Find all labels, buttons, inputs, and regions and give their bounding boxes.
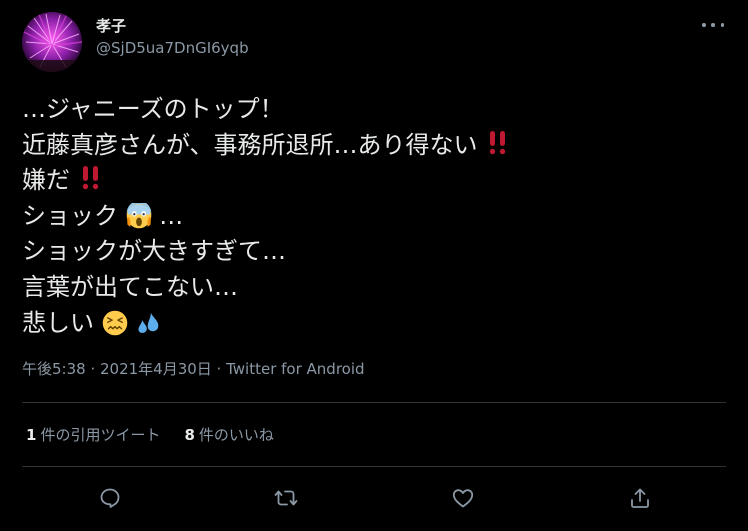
- tweet-text: …ジャニーズのトップ！ 近藤真彦さんが、事務所退所…あり得ない 嫌だ ショック: [22, 92, 722, 341]
- double-exclamation-icon: [489, 130, 506, 154]
- quote-tweets-stat[interactable]: 1 件の引用ツイート: [26, 424, 160, 446]
- avatar[interactable]: [22, 12, 82, 72]
- tweet-line-5: ショックが大きすぎて…: [22, 234, 722, 270]
- tweet-line-4: ショック …: [22, 199, 722, 235]
- confounded-face-icon: [102, 310, 127, 335]
- like-button[interactable]: [445, 480, 481, 516]
- share-button[interactable]: [622, 480, 658, 516]
- tweet-line-suffix: …: [159, 201, 184, 230]
- double-exclamation-icon: [82, 166, 98, 190]
- tweet-line-7: 悲しい: [22, 306, 722, 342]
- tweet-line-text: ショック: [22, 201, 118, 230]
- tweet-line-text: …ジャニーズのトップ！: [22, 95, 284, 123]
- avatar-image: [22, 12, 82, 72]
- more-options-icon[interactable]: [702, 16, 724, 34]
- tweet-line-3: 嫌だ: [22, 163, 722, 199]
- user-names: 孝子 @SjD5ua7DnGI6yqb: [96, 16, 249, 58]
- tweet-card: 孝子 @SjD5ua7DnGI6yqb …ジャニーズのトップ！ 近藤真彦さんが、…: [0, 0, 748, 531]
- tweet-line-6: 言葉が出てこない…: [22, 270, 722, 306]
- divider: [22, 466, 726, 467]
- tweet-line-text: ショックが大きすぎて…: [22, 237, 286, 266]
- quote-tweets-label: 件の引用ツイート: [40, 426, 161, 444]
- tweet-meta[interactable]: 午後5:38 · 2021年4月30日 · Twitter for Androi…: [22, 358, 365, 380]
- user-handle[interactable]: @SjD5ua7DnGI6yqb: [96, 38, 249, 58]
- display-name[interactable]: 孝子: [96, 16, 249, 36]
- reply-icon: [100, 488, 120, 508]
- likes-stat[interactable]: 8 件のいいね: [184, 424, 273, 446]
- share-icon: [631, 488, 649, 508]
- divider: [22, 402, 726, 403]
- tweet-line-2: 近藤真彦さんが、事務所退所…あり得ない: [22, 128, 722, 164]
- sweat-droplets-icon: [138, 312, 159, 333]
- tweet-line-text: 近藤真彦さんが、事務所退所…あり得ない: [22, 130, 478, 159]
- likes-count: 8: [184, 426, 195, 444]
- retweet-button[interactable]: [268, 480, 304, 516]
- reply-button[interactable]: [92, 480, 128, 516]
- screaming-face-icon: [126, 202, 151, 229]
- tweet-line-text: 嫌だ: [22, 166, 70, 195]
- retweet-icon: [274, 490, 298, 506]
- tweet-actions: [22, 480, 726, 516]
- quote-tweets-count: 1: [26, 426, 37, 444]
- heart-icon: [452, 489, 474, 508]
- tweet-stats: 1 件の引用ツイート 8 件のいいね: [26, 424, 298, 446]
- tweet-line-1: …ジャニーズのトップ！: [22, 92, 722, 128]
- tweet-line-text: 言葉が出てこない…: [22, 272, 238, 301]
- tweet-header: 孝子 @SjD5ua7DnGI6yqb: [22, 12, 726, 72]
- likes-label: 件のいいね: [198, 426, 274, 444]
- tweet-line-text: 悲しい: [22, 308, 94, 337]
